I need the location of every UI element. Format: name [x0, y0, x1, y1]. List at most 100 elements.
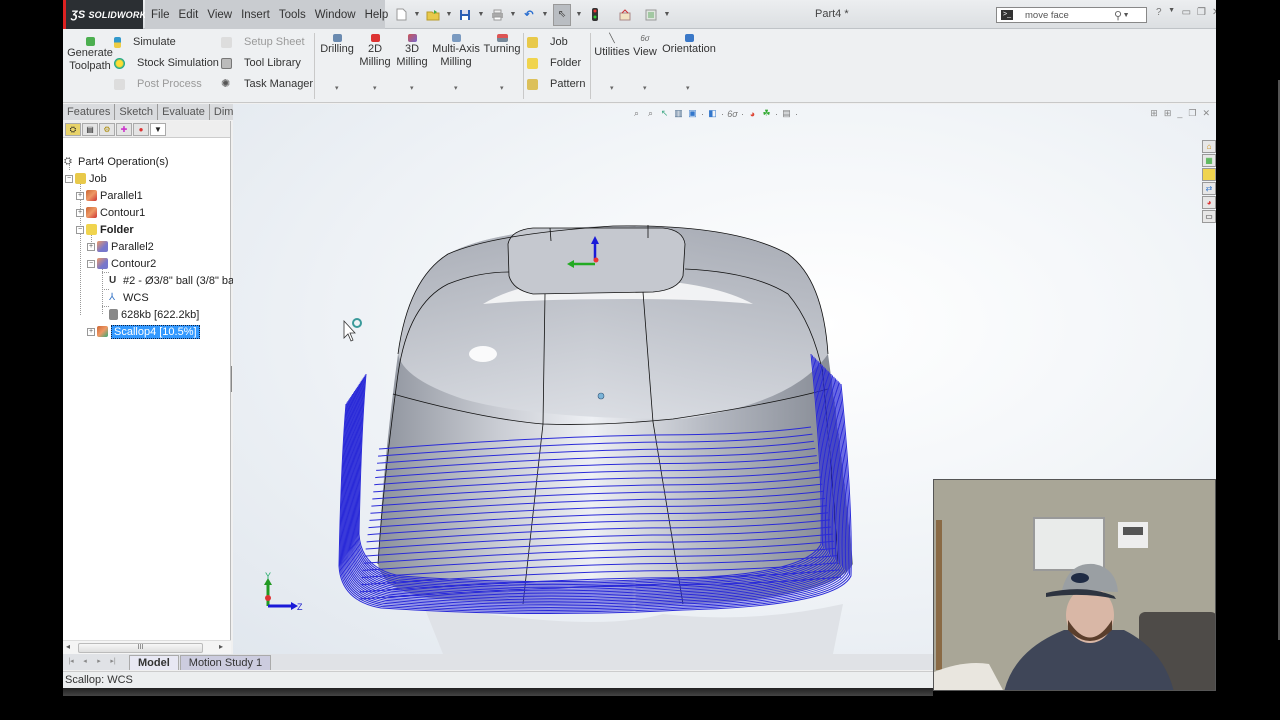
appearances-scenes-icon[interactable]: ◕ [1202, 196, 1216, 209]
dropdown-icon[interactable]: · [701, 109, 704, 119]
zoom-to-fit-icon[interactable]: ⌕ [631, 108, 642, 119]
rebuild-traffic-light-icon[interactable] [587, 7, 603, 23]
collapse-icon[interactable]: − [76, 225, 84, 234]
view-button[interactable]: 6σ View [631, 34, 659, 59]
dropdown-icon[interactable]: · [721, 109, 724, 119]
expand-icon[interactable]: + [87, 242, 95, 251]
close-icon[interactable]: ✕ [1202, 108, 1210, 119]
pattern-button[interactable]: Pattern [527, 78, 585, 90]
tree-item-contour1[interactable]: + Contour1 [76, 204, 145, 221]
folder-button[interactable]: Folder [527, 57, 581, 69]
scroll-right-icon[interactable]: ▸ [219, 642, 223, 651]
task-manager-button[interactable]: ✺ Task Manager [221, 78, 313, 90]
tab-sketch[interactable]: Sketch [115, 104, 159, 120]
simulate-button[interactable]: Simulate [114, 36, 176, 48]
job-button[interactable]: Job [527, 36, 568, 48]
collapse-icon[interactable]: − [65, 174, 73, 183]
search-input[interactable] [1017, 9, 1112, 21]
expand-icon[interactable]: + [87, 327, 95, 336]
post-process-button[interactable]: Post Process [114, 78, 202, 90]
2d-milling-dropdown-icon[interactable]: ▾ [373, 84, 377, 92]
design-library-icon[interactable]: ▦ [1202, 154, 1216, 167]
section-view-icon[interactable]: ▥ [673, 108, 684, 119]
help-icon[interactable]: ? [1156, 7, 1162, 18]
options-icon[interactable] [643, 7, 659, 23]
2d-milling-button[interactable]: 2D Milling [357, 34, 393, 69]
solidworks-logo[interactable]: ƷS SOLIDWORKS [63, 0, 152, 29]
search-commands-box[interactable]: >_ ⚲▼ [996, 7, 1147, 23]
restore-icon[interactable]: ❐ [1188, 108, 1196, 119]
split-view-icon[interactable]: ⊞ [1164, 108, 1172, 119]
tab-features[interactable]: Features [63, 104, 116, 120]
view-settings-icon[interactable]: ▤ [781, 108, 792, 119]
previous-view-icon[interactable]: ↖ [659, 108, 670, 119]
edit-appearance-icon[interactable]: ◕ [747, 108, 758, 119]
first-tab-icon[interactable]: |◂ [65, 656, 77, 668]
tree-item-wcs[interactable]: ⅄ WCS [109, 289, 149, 306]
setup-sheet-button[interactable]: Setup Sheet [221, 36, 305, 48]
tool-library-button[interactable]: Tool Library [221, 57, 301, 69]
minimize-icon[interactable]: ▭ [1182, 7, 1191, 18]
undo-icon[interactable]: ↶ [521, 7, 537, 23]
dimxpert-icon[interactable]: ✚ [116, 123, 132, 136]
dropdown-icon[interactable]: · [741, 109, 744, 119]
property-manager-icon[interactable]: ▤ [82, 123, 98, 136]
tree-item-tool[interactable]: U #2 - Ø3/8" ball (3/8" ball) [109, 272, 243, 289]
search-icon[interactable]: ⚲ [1114, 9, 1122, 22]
turning-button[interactable]: Turning [483, 34, 521, 56]
view-orientation-triad[interactable]: Y Z [264, 571, 303, 612]
tree-item-parallel1[interactable]: + Parallel1 [76, 187, 143, 204]
split-view-icon[interactable]: ⊞ [1150, 108, 1158, 119]
tree-item-folder[interactable]: − Folder [76, 221, 134, 238]
open-folder-icon[interactable] [425, 7, 441, 23]
menu-tools[interactable]: Tools [279, 9, 306, 21]
undo-dropdown-icon[interactable]: ▼ [541, 11, 549, 18]
3d-milling-dropdown-icon[interactable]: ▾ [410, 84, 414, 92]
search-dropdown-icon[interactable]: ▼ [1122, 12, 1130, 19]
display-style-icon[interactable]: ◧ [707, 108, 718, 119]
tree-root-operations[interactable]: ⛭ Part4 Operation(s) [64, 153, 168, 170]
menu-insert[interactable]: Insert [241, 9, 270, 21]
stock-simulation-button[interactable]: Stock Simulation [114, 57, 219, 69]
appearance-icon[interactable]: ● [133, 123, 149, 136]
tab-evaluate[interactable]: Evaluate [158, 104, 210, 120]
generate-toolpath-button[interactable]: Generate Toolpath [66, 37, 114, 73]
save-icon[interactable] [457, 7, 473, 23]
custom-properties-icon[interactable]: ▭ [1202, 210, 1216, 223]
zoom-to-area-icon[interactable]: ⌕ [645, 108, 656, 119]
restore-icon[interactable]: ❐ [1197, 7, 1206, 18]
utilities-button[interactable]: ╲ Utilities [594, 34, 630, 59]
print-icon[interactable] [489, 7, 505, 23]
tree-item-job[interactable]: − Job [65, 170, 107, 187]
new-document-icon[interactable] [393, 7, 409, 23]
tree-item-contour2[interactable]: − Contour2 [87, 255, 156, 272]
solidworks-resources-icon[interactable]: ⌂ [1202, 140, 1216, 153]
hide-show-items-icon[interactable]: 6σ [727, 108, 738, 119]
scroll-left-icon[interactable]: ◂ [66, 642, 70, 651]
view-palette-icon[interactable]: ⇄ [1202, 182, 1216, 195]
utilities-dropdown-icon[interactable]: ▾ [610, 84, 614, 92]
drilling-button[interactable]: Drilling [319, 34, 355, 56]
cam-operation-tree-icon[interactable]: ⚙ [99, 123, 115, 136]
3d-milling-button[interactable]: 3D Milling [394, 34, 430, 69]
dropdown-icon[interactable]: · [795, 109, 798, 119]
drilling-dropdown-icon[interactable]: ▾ [335, 84, 339, 92]
select-dropdown-icon[interactable]: ▼ [575, 11, 583, 18]
open-dropdown-icon[interactable]: ▼ [445, 11, 453, 18]
menu-view[interactable]: View [207, 9, 232, 21]
collapse-icon[interactable]: − [87, 259, 95, 268]
tree-item-scallop4[interactable]: + Scallop4 [10.5%] [87, 323, 200, 340]
select-arrow-icon[interactable]: ⇖ [553, 3, 571, 26]
options-dropdown-icon[interactable]: ▼ [663, 11, 671, 18]
apply-scene-icon[interactable]: ☘ [761, 108, 772, 119]
file-explorer-icon[interactable] [1202, 168, 1216, 181]
last-tab-icon[interactable]: ▸| [107, 656, 119, 668]
view-orientation-icon[interactable]: ▣ [687, 108, 698, 119]
tab-model[interactable]: Model [129, 654, 179, 670]
orientation-button[interactable]: Orientation [660, 34, 718, 56]
cam-feature-tree-icon[interactable]: ⛭ [65, 123, 81, 136]
menu-help[interactable]: Help [365, 9, 389, 21]
orientation-dropdown-icon[interactable]: ▾ [686, 84, 690, 92]
help-dropdown-icon[interactable]: ▼ [1168, 7, 1176, 18]
dropdown-icon[interactable]: · [775, 109, 778, 119]
